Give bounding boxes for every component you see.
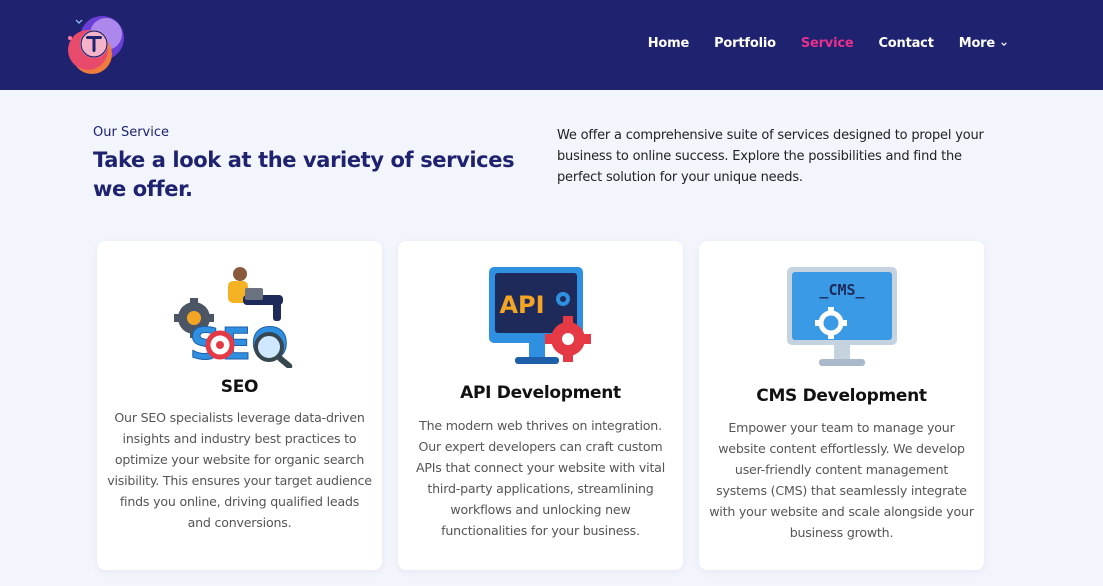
- chevron-down-icon: [1001, 41, 1007, 46]
- section-intro: We offer a comprehensive suite of servic…: [557, 128, 984, 185]
- site-header: Home Portfolio Service Contact More: [0, 0, 1103, 90]
- nav-portfolio-label: Portfolio: [714, 36, 776, 51]
- service-card-cms[interactable]: _CMS_ CMS Development Empower your team …: [699, 241, 984, 570]
- cms-monitor-icon: _CMS_: [787, 267, 897, 366]
- seo-illustration-icon: SEO: [174, 267, 293, 368]
- api-card-title: API Development: [460, 383, 621, 403]
- seo-card-title: SEO: [220, 377, 259, 397]
- cms-card-title: CMS Development: [756, 386, 927, 406]
- nav-more-label: More: [958, 36, 995, 51]
- nav-contact-label: Contact: [878, 36, 934, 51]
- nav-item-contact[interactable]: Contact: [878, 36, 933, 51]
- section-headline: Take a look at the variety of services w…: [93, 148, 515, 201]
- nav-item-home[interactable]: Home: [647, 36, 690, 51]
- section-eyebrow: Our Service: [93, 125, 169, 140]
- nav-item-portfolio[interactable]: Portfolio: [714, 36, 776, 51]
- seo-card-text: Our SEO specialists leverage data-driven…: [107, 410, 372, 530]
- nav-item-more[interactable]: More: [959, 36, 1008, 51]
- cms-illustration-text: _CMS_: [819, 281, 865, 299]
- service-card-seo[interactable]: SEO SEO Our SEO specialists leverage dat…: [97, 241, 382, 570]
- service-card-api[interactable]: API API Development The modern web thriv…: [398, 241, 683, 570]
- api-monitor-icon: API: [489, 267, 591, 364]
- brand-logo-icon[interactable]: [58, 10, 128, 80]
- main-nav: Home Portfolio Service Contact More: [648, 36, 1008, 51]
- nav-home-label: Home: [647, 36, 690, 51]
- api-card-text: The modern web thrives on integration. O…: [415, 418, 665, 538]
- cms-card-text: Empower your team to manage your website…: [709, 420, 974, 540]
- nav-service-label: Service: [800, 36, 854, 51]
- api-illustration-text: API: [499, 291, 544, 319]
- nav-item-service[interactable]: Service: [801, 36, 854, 51]
